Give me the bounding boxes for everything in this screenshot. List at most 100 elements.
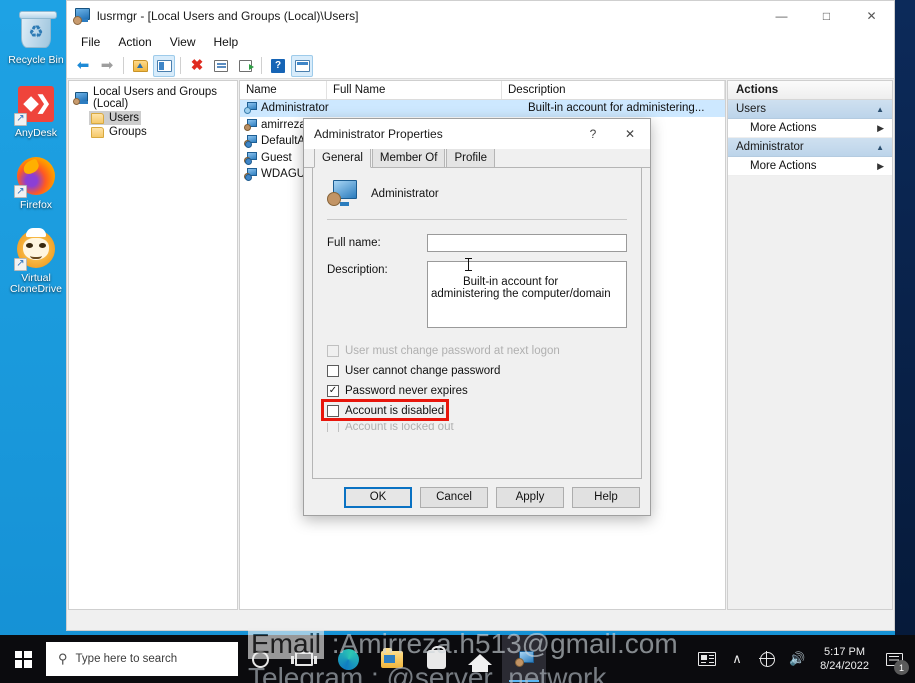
- tray-overflow-icon[interactable]: ∧: [722, 635, 752, 683]
- toolbar-separator: [180, 57, 181, 74]
- start-button[interactable]: [0, 635, 46, 683]
- desktop-icon-firefox[interactable]: ↗ Firefox: [1, 155, 71, 212]
- tree-node-root-label: Local Users and Groups (Local): [93, 86, 218, 110]
- description-input[interactable]: Built-in account for administering the c…: [427, 258, 627, 328]
- tab-member-of[interactable]: Member Of: [371, 148, 446, 167]
- menu-file[interactable]: File: [73, 32, 108, 52]
- home-icon[interactable]: [458, 635, 502, 683]
- column-header-full-name[interactable]: Full Name: [327, 81, 502, 99]
- checkbox-row-password-never-expires[interactable]: ✓ Password never expires: [327, 383, 627, 400]
- chevron-right-icon: ▶: [877, 160, 884, 171]
- description-label: Description:: [327, 264, 388, 276]
- dialog-help-text-button[interactable]: Help: [572, 486, 640, 508]
- menu-bar: File Action View Help: [67, 31, 894, 53]
- tree-node-groups[interactable]: Groups: [89, 125, 149, 139]
- actions-administrator-more-actions[interactable]: More Actions ▶: [728, 157, 892, 176]
- window-titlebar[interactable]: lusrmgr - [Local Users and Groups (Local…: [67, 1, 894, 31]
- desktop-icon-anydesk[interactable]: ◆❯ ↗ AnyDesk: [1, 83, 71, 140]
- window-controls: — □ ✕: [759, 1, 894, 31]
- column-header-description[interactable]: Description: [502, 81, 725, 99]
- desktop-icon-recycle-bin[interactable]: ♻ Recycle Bin: [1, 10, 71, 67]
- user-account-disabled-icon: [244, 135, 257, 149]
- text-cursor-icon: [465, 258, 472, 271]
- tab-general[interactable]: General: [314, 148, 371, 168]
- show-hide-tree-button[interactable]: [153, 54, 175, 77]
- folder-icon: [91, 126, 104, 138]
- dialog-close-button[interactable]: ✕: [610, 119, 650, 149]
- file-explorer-icon[interactable]: [370, 635, 414, 683]
- help-button[interactable]: ?: [267, 55, 289, 77]
- forward-button[interactable]: ➡: [96, 55, 118, 77]
- account-name: Administrator: [371, 187, 439, 200]
- checkbox-password-never-expires[interactable]: ✓: [327, 385, 339, 397]
- actions-group-administrator[interactable]: Administrator ▲: [728, 138, 892, 157]
- dialog-tabstrip: General Member Of Profile: [304, 148, 650, 168]
- check-icon: ✓: [328, 384, 338, 396]
- maximize-button[interactable]: □: [804, 1, 849, 31]
- administrator-properties-dialog: Administrator Properties ? ✕ General Mem…: [303, 118, 651, 516]
- user-account-disabled-icon: [244, 151, 257, 165]
- user-account-avatar-icon: [327, 180, 357, 207]
- actions-group-users[interactable]: Users ▲: [728, 100, 892, 119]
- anydesk-icon: ◆❯ ↗: [14, 83, 57, 126]
- menu-help[interactable]: Help: [206, 32, 247, 52]
- chevron-up-icon: ▲: [876, 142, 884, 152]
- tree-node-users-label: Users: [109, 112, 140, 124]
- up-one-level-button[interactable]: [129, 55, 151, 77]
- minimize-button[interactable]: —: [759, 1, 804, 31]
- delete-button[interactable]: ✖: [186, 55, 208, 77]
- checkbox-row-user-cannot-change-password[interactable]: User cannot change password: [327, 363, 627, 380]
- edge-icon[interactable]: [326, 635, 370, 683]
- table-row[interactable]: Administrator Built-in account for admin…: [240, 100, 725, 117]
- task-view-icon[interactable]: [282, 635, 326, 683]
- lusrmgr-taskbar-icon[interactable]: [502, 635, 546, 683]
- shortcut-arrow-icon: ↗: [14, 185, 27, 198]
- ok-button[interactable]: OK: [344, 486, 412, 508]
- tree-node-users[interactable]: Users: [89, 111, 142, 125]
- user-account-icon: [244, 118, 257, 131]
- volume-icon[interactable]: 🔊: [782, 635, 812, 683]
- checkbox-label: Account is locked out: [345, 422, 454, 432]
- action-center-button[interactable]: 1: [877, 635, 911, 683]
- console-tree-pane: Local Users and Groups (Local) Users Gro…: [68, 80, 238, 610]
- desktop-icon-virtual-clonedrive[interactable]: ↗ Virtual CloneDrive: [1, 227, 71, 296]
- news-and-interests-icon[interactable]: [692, 635, 722, 683]
- system-tray: ∧ 🔊 5:17 PM 8/24/2022 1: [692, 635, 915, 683]
- search-input[interactable]: ⚲ Type here to search: [46, 642, 238, 676]
- export-list-button[interactable]: [234, 55, 256, 77]
- show-hide-action-pane-button[interactable]: [291, 54, 313, 77]
- virtual-clonedrive-icon: ↗: [14, 227, 57, 271]
- microsoft-store-icon[interactable]: [414, 635, 458, 683]
- checkbox-user-cannot-change-password[interactable]: [327, 365, 339, 377]
- cancel-button[interactable]: Cancel: [420, 486, 488, 508]
- dialog-help-button[interactable]: ?: [576, 119, 610, 149]
- tab-profile[interactable]: Profile: [446, 148, 496, 167]
- menu-action[interactable]: Action: [110, 32, 159, 52]
- actions-users-more-actions[interactable]: More Actions ▶: [728, 119, 892, 138]
- actions-item-label: More Actions: [750, 160, 817, 172]
- checkbox-label: Account is disabled: [345, 405, 445, 417]
- checkbox-row-account-is-disabled[interactable]: Account is disabled: [327, 403, 627, 420]
- properties-button[interactable]: [210, 55, 232, 77]
- tree-node-root[interactable]: Local Users and Groups (Local): [73, 85, 237, 111]
- divider: [327, 219, 627, 220]
- list-header: Name Full Name Description: [240, 81, 725, 100]
- search-placeholder: Type here to search: [75, 653, 178, 665]
- user-account-icon: [244, 102, 257, 115]
- close-button[interactable]: ✕: [849, 1, 894, 31]
- full-name-input[interactable]: [427, 234, 627, 252]
- checkbox-account-is-disabled[interactable]: [327, 405, 339, 417]
- column-header-name[interactable]: Name: [240, 81, 327, 99]
- clock[interactable]: 5:17 PM 8/24/2022: [812, 635, 877, 683]
- back-button[interactable]: ⬅: [72, 55, 94, 77]
- menu-view[interactable]: View: [162, 32, 204, 52]
- dialog-titlebar[interactable]: Administrator Properties ? ✕: [304, 119, 650, 149]
- recycle-bin-icon: ♻: [15, 10, 57, 52]
- actions-pane: Actions Users ▲ More Actions ▶ Administr…: [727, 80, 893, 610]
- checkbox-label: User cannot change password: [345, 365, 501, 377]
- toolbar-separator: [123, 57, 124, 74]
- cortana-icon[interactable]: [238, 635, 282, 683]
- network-no-internet-icon[interactable]: [752, 635, 782, 683]
- dialog-controls: ? ✕: [576, 119, 650, 149]
- apply-button[interactable]: Apply: [496, 486, 564, 508]
